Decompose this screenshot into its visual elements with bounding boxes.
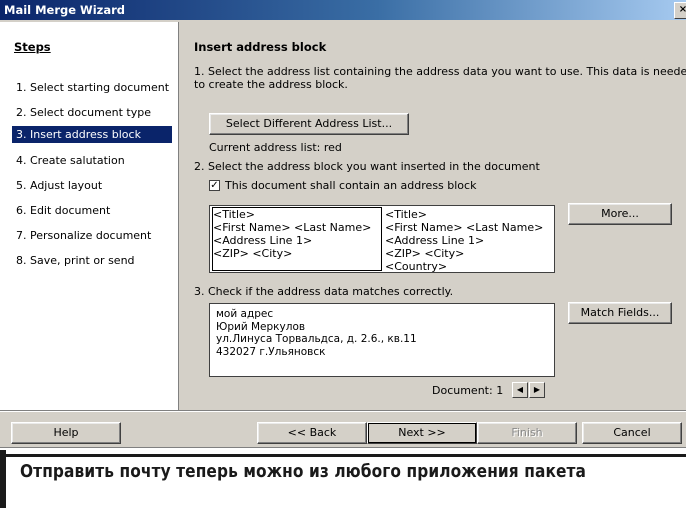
step-item-save-print-send[interactable]: 8. Save, print or send	[14, 252, 174, 269]
step-item-create-salutation[interactable]: 4. Create salutation	[14, 152, 174, 169]
address-line: <Address Line 1>	[385, 234, 485, 247]
step3-instruction: 3. Check if the address data matches cor…	[194, 285, 454, 298]
address-line: <ZIP> <City>	[385, 247, 465, 260]
preview-line: ул.Линуса Торвальдса, д. 2.6., кв.11	[216, 333, 417, 345]
address-block-option-1[interactable]: <Title> <First Name> <Last Name> <Addres…	[212, 207, 382, 271]
finish-button: Finish	[477, 422, 577, 444]
mail-merge-wizard-window: Mail Merge Wizard × Steps 1. Select star…	[0, 0, 686, 448]
step-item-select-starting-document[interactable]: 1. Select starting document	[14, 79, 174, 96]
window-title: Mail Merge Wizard	[4, 3, 126, 17]
address-preview: мой адрес Юрий Меркулов ул.Линуса Торвал…	[209, 303, 555, 377]
previous-document-icon[interactable]: ◀	[512, 382, 528, 398]
address-block-list[interactable]: <Title> <First Name> <Last Name> <Addres…	[209, 205, 555, 273]
address-block-option-2[interactable]: <Title> <First Name> <Last Name> <Addres…	[385, 208, 553, 273]
help-button[interactable]: Help	[11, 422, 121, 444]
cancel-button[interactable]: Cancel	[582, 422, 682, 444]
wizard-footer: Help << Back Next >> Finish Cancel	[0, 410, 686, 447]
more-button[interactable]: More...	[568, 203, 672, 225]
page-title: Insert address block	[194, 40, 327, 54]
address-line: <ZIP> <City>	[213, 247, 293, 260]
address-line: <Country>	[385, 260, 448, 273]
address-line: <Address Line 1>	[213, 234, 313, 247]
step1-instruction-line1: 1. Select the address list containing th…	[194, 65, 686, 78]
steps-title: Steps	[14, 40, 51, 54]
step-item-edit-document[interactable]: 6. Edit document	[14, 202, 174, 219]
document-navigator: ◀ ▶	[512, 382, 546, 398]
steps-panel: Steps 1. Select starting document 2. Sel…	[0, 22, 179, 410]
step-item-adjust-layout[interactable]: 5. Adjust layout	[14, 177, 174, 194]
current-address-list: Current address list: red	[209, 141, 342, 154]
document-counter: Document: 1	[432, 384, 504, 397]
step2-instruction: 2. Select the address block you want ins…	[194, 160, 540, 173]
match-fields-button[interactable]: Match Fields...	[568, 302, 672, 324]
address-line: <First Name> <Last Name>	[213, 221, 372, 234]
preview-line: 432027 г.Ульяновск	[216, 345, 326, 358]
close-icon[interactable]: ×	[674, 2, 686, 19]
address-block-checkbox-label[interactable]: This document shall contain an address b…	[225, 179, 476, 192]
step1-instruction-line2: to create the address block.	[194, 78, 348, 91]
figure-caption: Отправить почту теперь можно из любого п…	[20, 462, 587, 482]
step-item-select-document-type[interactable]: 2. Select document type	[14, 104, 174, 121]
caption-accent-bar	[0, 450, 6, 508]
preview-line: мой адрес	[216, 308, 274, 320]
caption-rule	[0, 454, 686, 457]
next-button[interactable]: Next >>	[367, 422, 477, 444]
address-line: <Title>	[385, 208, 428, 221]
address-line: <First Name> <Last Name>	[385, 221, 544, 234]
select-different-address-list-button[interactable]: Select Different Address List...	[209, 113, 409, 135]
back-button[interactable]: << Back	[257, 422, 367, 444]
step-item-personalize-document[interactable]: 7. Personalize document	[14, 227, 174, 244]
title-bar: Mail Merge Wizard ×	[0, 0, 686, 20]
address-line: <Title>	[213, 208, 256, 221]
step-content: Insert address block 1. Select the addre…	[180, 22, 686, 410]
preview-line: Юрий Меркулов	[216, 320, 306, 333]
step-item-insert-address-block[interactable]: 3. Insert address block	[12, 126, 172, 143]
address-block-checkbox[interactable]: ✓	[209, 180, 220, 191]
next-document-icon[interactable]: ▶	[529, 382, 545, 398]
